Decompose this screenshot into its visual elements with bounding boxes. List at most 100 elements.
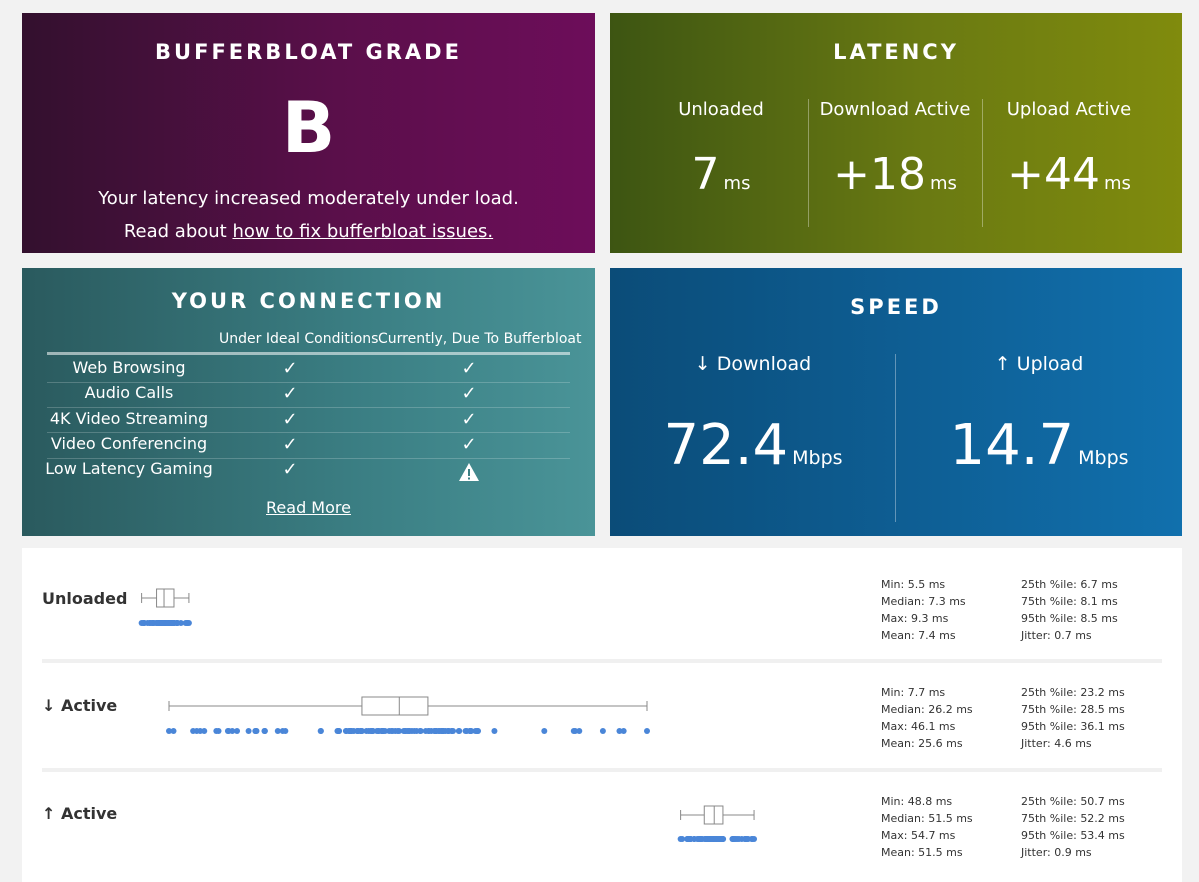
sample-dot [417,728,424,734]
sample-dot [687,836,694,842]
stat-line: Mean: 25.6 ms [881,737,963,750]
upload-value: 14.7 [949,413,1075,478]
box-iqr [703,805,724,825]
check-icon: ✓ [461,383,477,405]
sample-dot [433,728,440,734]
warning-icon [459,463,479,482]
latency-unloaded-value-wrap: 7 ms [634,149,808,200]
upload-unit: Mbps [1078,447,1129,469]
latency-upload-unit: ms [1103,173,1131,194]
fix-bufferbloat-link[interactable]: how to fix bufferbloat issues. [232,221,493,242]
stat-line: 75th %ile: 52.2 ms [1021,812,1125,825]
sample-dot [745,836,752,842]
unloaded-stats-right: 25th %ile: 6.7 ms 75th %ile: 8.1 ms 95th… [1021,576,1118,644]
download-active-stats-left: Min: 7.7 ms Median: 26.2 ms Max: 46.1 ms… [881,684,973,752]
sample-dot [166,728,172,734]
grade-read-about: Read about how to fix bufferbloat issues… [22,221,595,242]
connection-row-label: 4K Video Streaming [49,408,209,428]
stat-line: Mean: 7.4 ms [881,629,956,642]
stat-line: Min: 48.8 ms [881,795,953,808]
grade-message: Your latency increased moderately under … [98,188,519,209]
download-value: 72.4 [663,413,789,478]
box-iqr [156,588,175,608]
sample-dot [153,620,160,626]
sample-dot [751,836,758,842]
latency-unloaded-label: Unloaded [678,99,764,120]
header-current: Currently, Due To Bufferbloat [378,331,582,347]
latency-upload-value: +44 [1007,149,1100,200]
latency-title: LATENCY [833,40,959,64]
sample-dot [570,728,577,734]
check-icon: ✓ [282,433,298,455]
stat-line: 25th %ile: 6.7 ms [1021,578,1118,591]
sample-dot [696,836,703,842]
bufferbloat-grade-card: BUFFERBLOAT GRADE B Your latency increas… [22,13,595,253]
upload-active-stats-left: Min: 48.8 ms Median: 51.5 ms Max: 54.7 m… [881,793,973,861]
grade-title: BUFFERBLOAT GRADE [155,40,462,64]
sample-dot [599,728,606,734]
sample-dot [677,836,684,842]
download-label: ↓ Download [694,353,812,375]
upload-speed: ↑ Upload 14.7 Mbps [896,353,1182,523]
stat-line: 95th %ile: 36.1 ms [1021,720,1125,733]
latency-download-label: Download Active [819,99,971,120]
latency-boxplots [138,588,758,842]
sample-dot [708,836,715,842]
stat-line: 95th %ile: 8.5 ms [1021,612,1118,625]
sample-dot [444,728,451,734]
sample-dot [252,728,259,734]
connection-row-label: Web Browsing [72,358,186,377]
sample-dot [282,728,289,734]
sample-dot [426,728,433,734]
sample-dot [229,728,236,734]
sample-dot [576,728,583,734]
download-speed: ↓ Download 72.4 Mbps [610,353,896,523]
stat-line: Max: 9.3 ms [881,612,949,625]
stat-line: 95th %ile: 53.4 ms [1021,829,1125,842]
box-iqr [361,696,429,716]
latency-unloaded-unit: ms [723,173,751,194]
check-icon: ✓ [461,408,477,430]
read-more-link[interactable]: Read More [22,498,595,517]
download-active-row-label: ↓ Active [42,696,118,715]
header-ideal: Under Ideal Conditions [219,331,379,347]
sample-dot [439,728,446,734]
stat-line: 25th %ile: 23.2 ms [1021,686,1125,699]
check-icon: ✓ [282,459,298,481]
sample-dot [138,620,145,626]
download-active-stats-right: 25th %ile: 23.2 ms 75th %ile: 28.5 ms 95… [1021,684,1125,752]
speed-card: SPEED ↓ Download 72.4 Mbps ↑ Upload 14.7 M… [610,268,1182,536]
stat-line: Max: 54.7 ms [881,829,956,842]
row-separator [42,768,1162,772]
grade-letter: B [281,87,336,169]
stat-line: Max: 46.1 ms [881,720,956,733]
upload-value-wrap: 14.7 Mbps [896,413,1182,478]
sample-dot [317,728,324,734]
sample-dot [354,728,361,734]
sample-dot [190,728,197,734]
download-value-wrap: 72.4 Mbps [610,413,896,478]
connection-row-label: Audio Calls [84,383,174,403]
sample-dot [396,728,403,734]
unloaded-row-label: Unloaded [42,589,128,608]
latency-download-active: Download Active +18 ms [808,99,982,239]
sample-dot [245,728,252,734]
stat-line: Min: 5.5 ms [881,578,946,591]
stat-line: 25th %ile: 50.7 ms [1021,795,1125,808]
speed-title: SPEED [850,295,942,319]
check-icon: ✓ [282,358,298,379]
latency-upload-value-wrap: +44 ms [982,149,1156,200]
read-about-prefix: Read about [123,221,233,242]
latency-unloaded: Unloaded 7 ms [634,99,808,239]
latency-card: LATENCY Unloaded 7 ms Download Active +18… [610,13,1182,253]
upload-active-stats-right: 25th %ile: 50.7 ms 75th %ile: 52.2 ms 95… [1021,793,1125,861]
sample-dot [375,728,382,734]
connection-row-label: Low Latency Gaming [45,459,213,479]
latency-download-value: +18 [833,149,926,200]
check-icon: ✓ [461,358,477,379]
stat-line: Mean: 51.5 ms [881,846,963,859]
sample-dot [389,728,396,734]
latency-download-value-wrap: +18 ms [808,149,982,200]
stat-line: 75th %ile: 8.1 ms [1021,595,1118,608]
sample-dot [170,620,177,626]
